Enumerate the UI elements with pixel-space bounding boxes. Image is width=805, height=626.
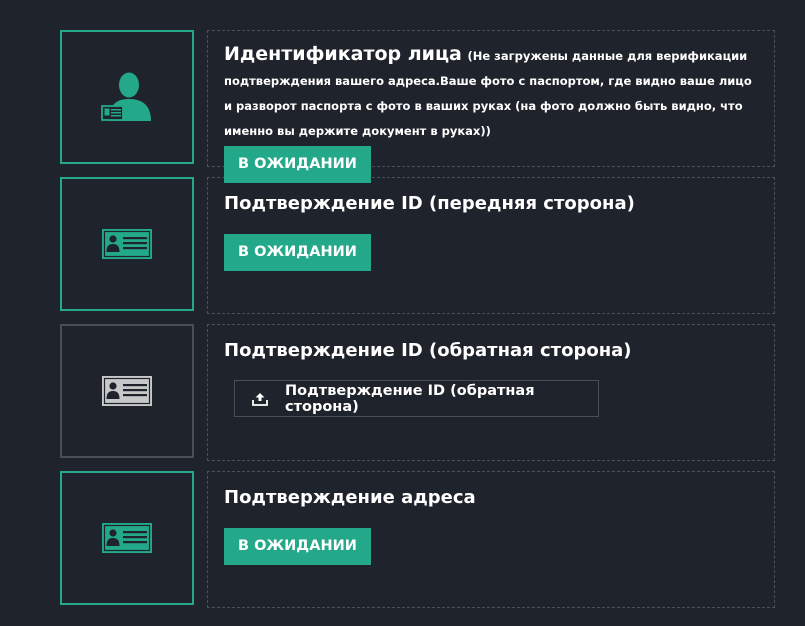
id-front-icon-box <box>60 177 194 311</box>
id-card-icon <box>102 376 152 406</box>
id-back-icon-box <box>60 324 194 458</box>
face-id-icon-box <box>60 30 194 164</box>
id-back-upload-button[interactable]: Подтверждение ID (обратная сторона) <box>234 380 599 417</box>
id-front-section: Подтверждение ID (передняя сторона) В ОЖ… <box>207 177 775 314</box>
id-card-icon <box>102 229 152 259</box>
id-card-icon <box>102 523 152 553</box>
id-front-status-button[interactable]: В ОЖИДАНИИ <box>224 234 371 271</box>
verification-page: Идентификатор лица (Не загружены данные … <box>0 0 805 626</box>
face-id-section: Идентификатор лица (Не загружены данные … <box>207 30 775 183</box>
person-with-id-icon <box>101 72 151 121</box>
address-status-button[interactable]: В ОЖИДАНИИ <box>224 528 371 565</box>
face-id-status-button[interactable]: В ОЖИДАНИИ <box>224 146 371 183</box>
id-back-title: Подтверждение ID (обратная сторона) <box>224 340 632 361</box>
face-id-title-block: Идентификатор лица (Не загружены данные … <box>224 43 754 143</box>
address-title: Подтверждение адреса <box>224 487 476 508</box>
upload-icon <box>235 392 285 406</box>
id-back-section: Подтверждение ID (обратная сторона) Подт… <box>207 324 775 461</box>
id-back-upload-label: Подтверждение ID (обратная сторона) <box>285 382 535 415</box>
id-front-title: Подтверждение ID (передняя сторона) <box>224 193 635 214</box>
address-section: Подтверждение адреса В ОЖИДАНИИ <box>207 471 775 608</box>
face-id-title: Идентификатор лица <box>224 43 462 65</box>
address-icon-box <box>60 471 194 605</box>
